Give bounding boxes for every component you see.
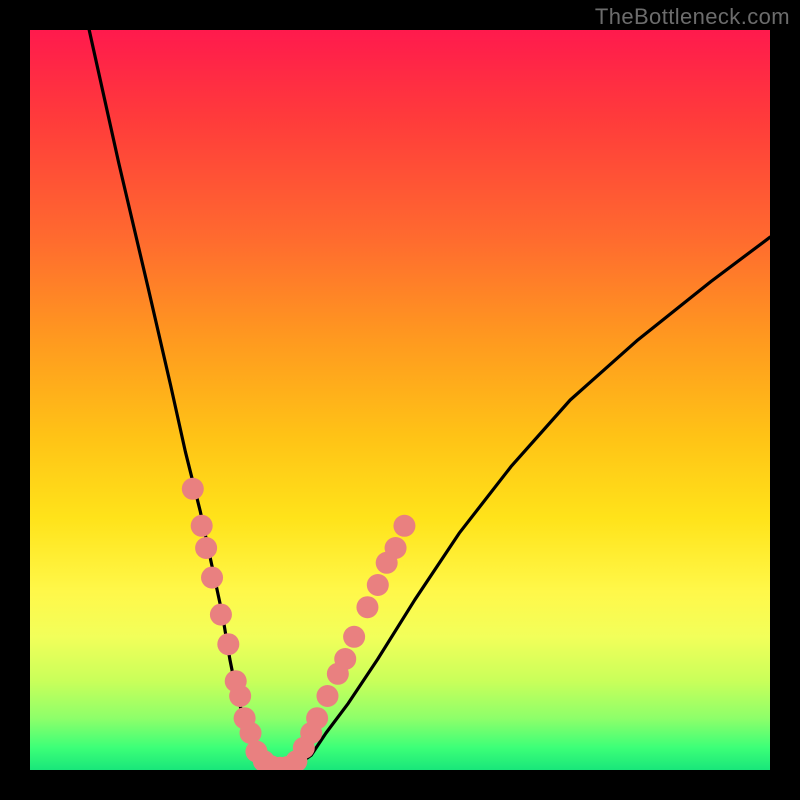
plot-area [30, 30, 770, 770]
watermark-text: TheBottleneck.com [595, 4, 790, 30]
highlight-dot [191, 515, 213, 537]
bottleneck-curve [89, 30, 770, 768]
highlight-dot [182, 478, 204, 500]
curve-svg [30, 30, 770, 770]
highlight-dot [367, 574, 389, 596]
highlight-dot [385, 537, 407, 559]
highlight-dot [229, 685, 251, 707]
highlight-dot [195, 537, 217, 559]
highlight-dot [356, 596, 378, 618]
chart-frame: TheBottleneck.com [0, 0, 800, 800]
highlight-dots [182, 478, 416, 770]
highlight-dot [217, 633, 239, 655]
highlight-dot [334, 648, 356, 670]
highlight-dot [316, 685, 338, 707]
highlight-dot [201, 567, 223, 589]
highlight-dot [210, 604, 232, 626]
highlight-dot [306, 707, 328, 729]
highlight-dot [393, 515, 415, 537]
highlight-dot [343, 626, 365, 648]
